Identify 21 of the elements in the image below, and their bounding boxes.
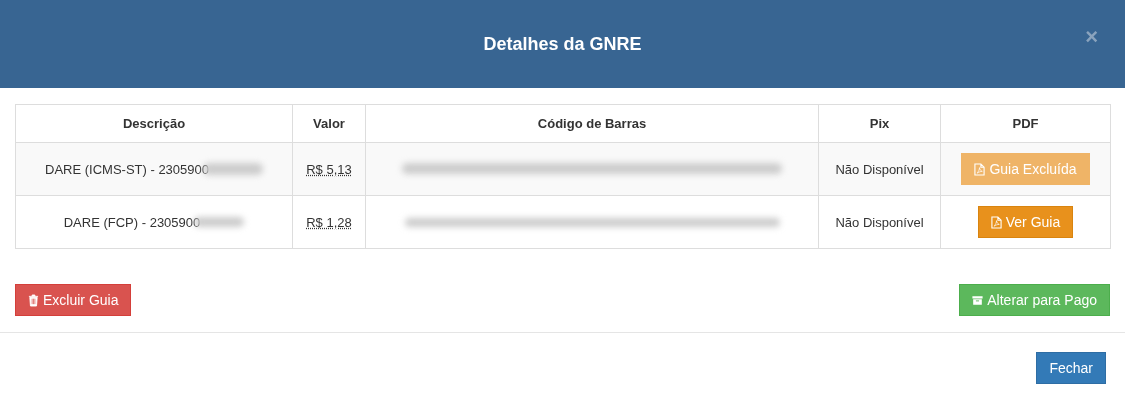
delete-button[interactable]: Excluir Guia [15,284,132,316]
description-text: DARE (ICMS-ST) - 2305900 [45,161,209,177]
pix-status: Não Disponível [835,214,924,230]
trash-icon [28,293,39,307]
column-header: Pix [818,104,941,143]
mark-paid-button[interactable]: Alterar para Pago [959,284,1110,316]
close-modal-button[interactable]: Fechar [1036,352,1106,384]
pix-status: Não Disponível [835,161,924,177]
archive-box-icon [972,293,984,307]
pdf-file-icon [990,215,1002,229]
pdf-file-icon [974,162,986,176]
value-text: R$ 5,13 [306,161,352,177]
column-header: Descrição [15,104,293,143]
column-header: Código de Barras [365,104,819,143]
pdf-button[interactable]: Ver Guia [977,206,1074,238]
description-text: DARE (FCP) - 2305900 [63,214,201,230]
value-text: R$ 1,28 [306,214,352,230]
column-header: Valor [292,104,366,143]
close-button[interactable]: × [1085,26,1098,48]
column-header: PDF [940,104,1111,143]
modal-title: Detalhes da GNRE [483,33,642,55]
